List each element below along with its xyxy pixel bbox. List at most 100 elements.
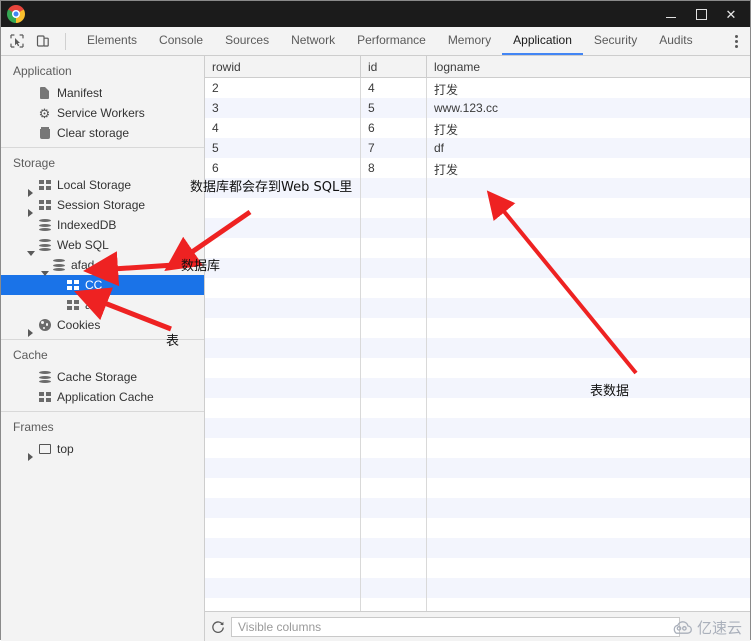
device-toolbar-icon[interactable]	[35, 33, 51, 49]
table-cell[interactable]: df	[427, 138, 750, 158]
sidebar-item-label: Session Storage	[57, 198, 145, 212]
sidebar-item-afad[interactable]: afad	[1, 255, 204, 275]
table-row-empty	[205, 218, 750, 238]
tab-console[interactable]: Console	[148, 27, 214, 55]
table-cell[interactable]: 3	[205, 98, 361, 118]
table-cell[interactable]: 打发	[427, 78, 750, 98]
annotation-label: 数据库	[181, 255, 220, 274]
table-row-empty	[205, 318, 750, 338]
tab-performance[interactable]: Performance	[346, 27, 437, 55]
table-grid-icon	[65, 280, 80, 290]
tab-sources[interactable]: Sources	[214, 27, 280, 55]
cloud-icon	[670, 620, 694, 635]
devtools-window: ✕ ElementsConsoleSourcesNetworkPerforman…	[0, 0, 751, 640]
table-cell-empty	[361, 578, 427, 598]
close-button[interactable]: ✕	[716, 4, 746, 24]
table-row[interactable]: 68打发	[205, 158, 750, 178]
table-row[interactable]: 46打发	[205, 118, 750, 138]
sidebar-item-application-cache[interactable]: Application Cache	[1, 387, 204, 407]
sidebar-item-label: top	[57, 442, 74, 456]
table-cell-empty	[427, 558, 750, 578]
table-cell[interactable]: 2	[205, 78, 361, 98]
table-body: 24打发35www.123.cc46打发57df68打发	[205, 78, 750, 611]
table-cell-empty	[205, 418, 361, 438]
table-cell[interactable]: 6	[205, 158, 361, 178]
visible-columns-input[interactable]: Visible columns	[231, 617, 680, 637]
table-row-empty	[205, 458, 750, 478]
annotation-label: 表数据	[590, 380, 629, 399]
table-cell[interactable]: 打发	[427, 118, 750, 138]
sidebar-item-indexeddb[interactable]: IndexedDB	[1, 215, 204, 235]
table-cell-empty	[427, 218, 750, 238]
table-row-empty	[205, 598, 750, 611]
table-cell-empty	[205, 438, 361, 458]
table-cell-empty	[205, 578, 361, 598]
table-cell-empty	[427, 398, 750, 418]
sidebar-section-title-application: Application	[1, 56, 204, 83]
table-row-empty	[205, 498, 750, 518]
watermark: 亿速云	[670, 617, 742, 638]
table-cell[interactable]: 6	[361, 118, 427, 138]
table-row-empty	[205, 338, 750, 358]
table-cell[interactable]: 7	[361, 138, 427, 158]
refresh-icon[interactable]	[205, 612, 231, 641]
sidebar-item-manifest[interactable]: Manifest	[1, 83, 204, 103]
table-cell[interactable]: 8	[361, 158, 427, 178]
table-cell-empty	[361, 198, 427, 218]
tab-memory[interactable]: Memory	[437, 27, 502, 55]
sidebar-item-aa[interactable]: aa	[1, 295, 204, 315]
table-cell-empty	[427, 198, 750, 218]
table-row[interactable]: 57df	[205, 138, 750, 158]
sidebar-item-web-sql[interactable]: Web SQL	[1, 235, 204, 255]
table-cell-empty	[361, 598, 427, 611]
table-cell-empty	[361, 558, 427, 578]
column-header-logname[interactable]: logname	[427, 56, 750, 77]
table-cell[interactable]: 5	[361, 98, 427, 118]
table-cell[interactable]: 5	[205, 138, 361, 158]
sidebar-item-service-workers[interactable]: ⚙Service Workers	[1, 103, 204, 123]
column-header-rowid[interactable]: rowid	[205, 56, 361, 77]
column-header-id[interactable]: id	[361, 56, 427, 77]
table-cell[interactable]: 打发	[427, 158, 750, 178]
table-cell-empty	[427, 298, 750, 318]
table-cell-empty	[205, 238, 361, 258]
gear-icon: ⚙	[37, 107, 52, 120]
table-grid-icon	[37, 200, 52, 210]
inspect-element-icon[interactable]	[9, 33, 25, 49]
sidebar-item-top[interactable]: top	[1, 439, 204, 459]
table-row-empty	[205, 538, 750, 558]
table-row[interactable]: 35www.123.cc	[205, 98, 750, 118]
sidebar-item-label: Cache Storage	[57, 370, 137, 384]
table-cell-empty	[361, 338, 427, 358]
table-cell-empty	[205, 598, 361, 611]
minimize-button[interactable]	[656, 4, 686, 24]
maximize-button[interactable]	[686, 4, 716, 24]
tab-elements[interactable]: Elements	[76, 27, 148, 55]
table-row-empty	[205, 358, 750, 378]
sidebar-section-title-storage: Storage	[1, 148, 204, 175]
kebab-menu-icon[interactable]	[729, 27, 744, 55]
sidebar-item-label: CC	[85, 278, 102, 292]
table-cell-empty	[427, 438, 750, 458]
sidebar-item-cache-storage[interactable]: Cache Storage	[1, 367, 204, 387]
table-cell-empty	[361, 458, 427, 478]
table-cell[interactable]: 4	[205, 118, 361, 138]
sidebar-item-session-storage[interactable]: Session Storage	[1, 195, 204, 215]
table-row-empty	[205, 278, 750, 298]
table-cell-empty	[361, 378, 427, 398]
table-cell-empty	[205, 458, 361, 478]
table-cell[interactable]: 4	[361, 78, 427, 98]
table-cell-empty	[205, 498, 361, 518]
tab-security[interactable]: Security	[583, 27, 648, 55]
sidebar-item-cc[interactable]: CC	[1, 275, 204, 295]
table-cell[interactable]: www.123.cc	[427, 98, 750, 118]
table-row[interactable]: 24打发	[205, 78, 750, 98]
table-cell-empty	[205, 538, 361, 558]
table-cell-empty	[205, 558, 361, 578]
sidebar-item-local-storage[interactable]: Local Storage	[1, 175, 204, 195]
tab-network[interactable]: Network	[280, 27, 346, 55]
tab-audits[interactable]: Audits	[648, 27, 703, 55]
table-cell-empty	[427, 518, 750, 538]
tab-application[interactable]: Application	[502, 27, 583, 55]
sidebar-item-clear-storage[interactable]: Clear storage	[1, 123, 204, 143]
